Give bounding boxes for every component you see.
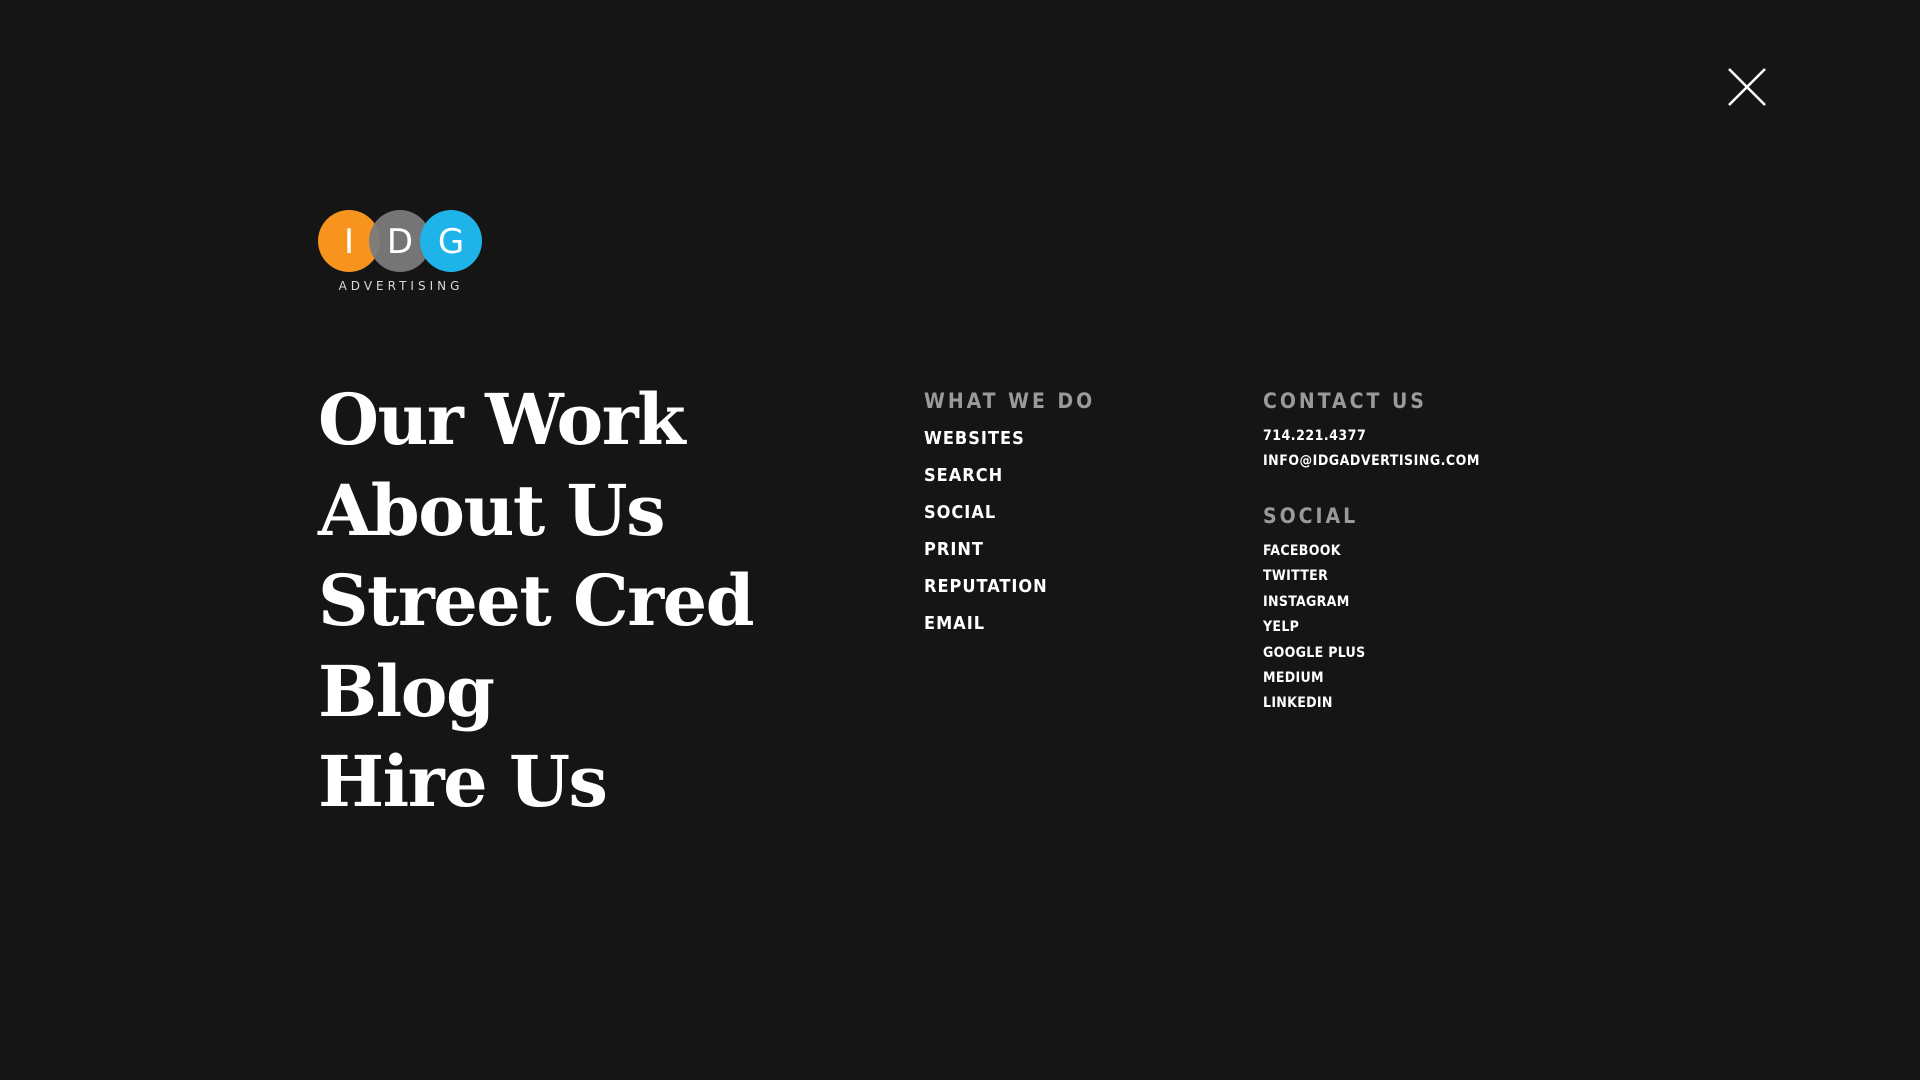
social-medium-link[interactable]: MEDIUM <box>1263 670 1324 686</box>
logo-mark: I D G <box>318 210 482 272</box>
what-we-do-heading: WHAT WE DO <box>924 389 1096 413</box>
social-facebook-link[interactable]: FACEBOOK <box>1263 543 1341 559</box>
email-link[interactable]: INFO@IDGADVERTISING.COM <box>1263 449 1480 474</box>
services-item: REPUTATION <box>924 576 1095 613</box>
social-item: LINKEDIN <box>1263 692 1480 717</box>
social-section: SOCIAL FACEBOOK TWITTER INSTAGRAM YELP G… <box>1263 503 1480 718</box>
services-item: SEARCH <box>924 465 1095 502</box>
social-list: FACEBOOK TWITTER INSTAGRAM YELP GOOGLE P… <box>1263 540 1480 718</box>
social-item: INSTAGRAM <box>1263 591 1480 616</box>
main-nav: Our Work About Us Street Cred Blog Hire … <box>318 378 755 831</box>
main-nav-item: About Us <box>318 469 753 560</box>
contact-lines: 714.221.4377 INFO@IDGADVERTISING.COM <box>1263 424 1480 474</box>
services-item: PRINT <box>924 539 1095 576</box>
nav-street-cred[interactable]: Street Cred <box>318 559 755 643</box>
service-reputation-link[interactable]: REPUTATION <box>924 576 1048 597</box>
main-nav-item: Street Cred <box>318 559 755 650</box>
nav-blog[interactable]: Blog <box>318 650 495 734</box>
close-icon <box>1728 68 1766 106</box>
social-twitter-link[interactable]: TWITTER <box>1263 568 1328 584</box>
social-item: MEDIUM <box>1263 667 1480 692</box>
close-button[interactable] <box>1727 67 1767 107</box>
social-item: FACEBOOK <box>1263 540 1480 565</box>
nav-hire-us[interactable]: Hire Us <box>318 740 608 824</box>
social-heading: SOCIAL <box>1263 504 1359 528</box>
logo-letter-i: I <box>344 222 354 262</box>
main-nav-item: Our Work <box>318 378 753 469</box>
social-item: TWITTER <box>1263 565 1480 590</box>
main-nav-item: Hire Us <box>318 740 753 831</box>
service-websites-link[interactable]: WEBSITES <box>924 428 1025 449</box>
social-item: YELP <box>1263 616 1480 641</box>
logo-subtitle: ADVERTISING <box>338 279 464 293</box>
service-social-link[interactable]: SOCIAL <box>924 502 996 523</box>
service-search-link[interactable]: SEARCH <box>924 465 1003 486</box>
contact-heading: CONTACT US <box>1263 389 1427 413</box>
social-instagram-link[interactable]: INSTAGRAM <box>1263 594 1350 610</box>
nav-about-us[interactable]: About Us <box>318 469 666 553</box>
what-we-do-section: WHAT WE DO WEBSITES SEARCH SOCIAL PRINT … <box>924 388 1095 650</box>
services-item: WEBSITES <box>924 428 1095 465</box>
social-item: GOOGLE PLUS <box>1263 642 1480 667</box>
services-item: EMAIL <box>924 613 1095 650</box>
nav-our-work[interactable]: Our Work <box>318 378 686 462</box>
contact-section: CONTACT US 714.221.4377 INFO@IDGADVERTIS… <box>1263 388 1480 718</box>
service-email-link[interactable]: EMAIL <box>924 613 985 634</box>
social-linkedin-link[interactable]: LINKEDIN <box>1263 695 1333 711</box>
logo-letter-d: D <box>387 222 413 262</box>
social-google-plus-link[interactable]: GOOGLE PLUS <box>1263 645 1365 661</box>
services-list: WEBSITES SEARCH SOCIAL PRINT REPUTATION … <box>924 428 1095 650</box>
social-yelp-link[interactable]: YELP <box>1263 619 1299 635</box>
idg-logo[interactable]: I D G ADVERTISING <box>318 208 484 294</box>
services-item: SOCIAL <box>924 502 1095 539</box>
phone-link[interactable]: 714.221.4377 <box>1263 424 1480 449</box>
logo-letter-g: G <box>438 222 464 262</box>
main-nav-item: Blog <box>318 650 753 741</box>
service-print-link[interactable]: PRINT <box>924 539 984 560</box>
